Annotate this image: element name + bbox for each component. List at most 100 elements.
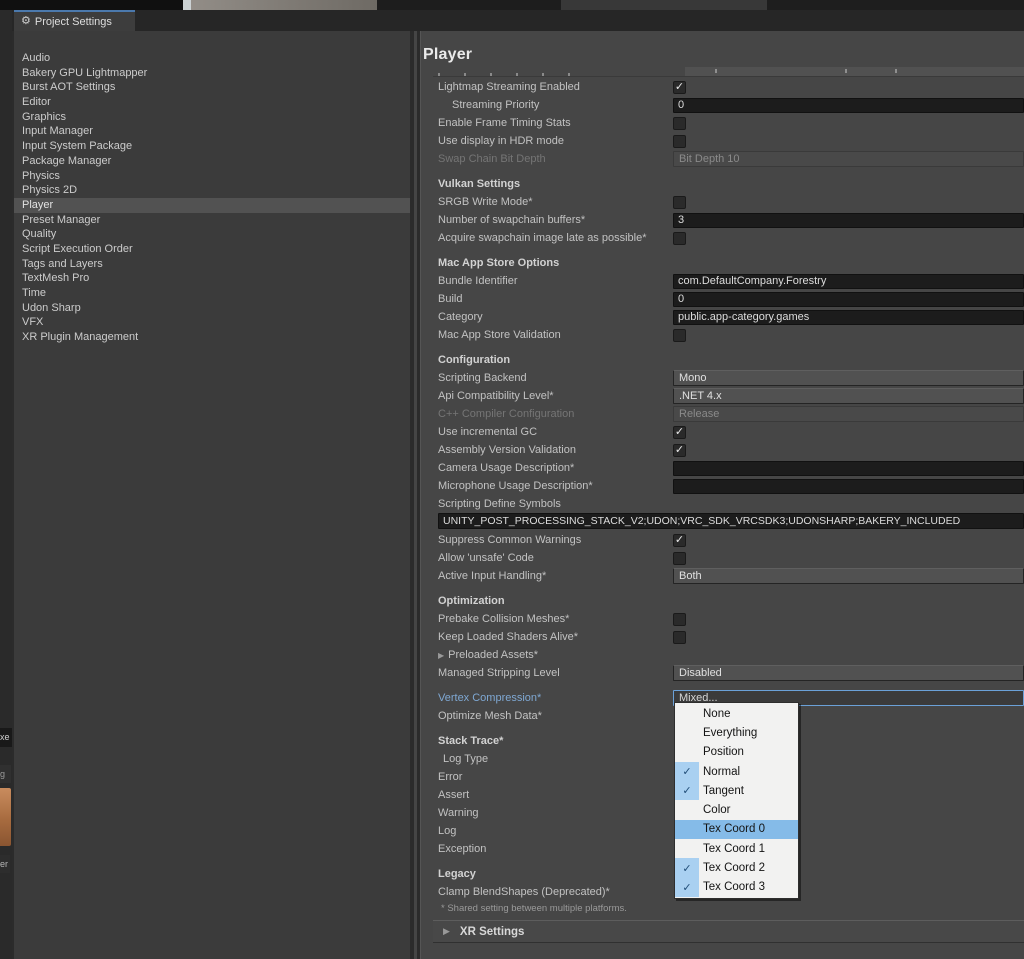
microphone-usage-description-input[interactable] [673,478,1024,494]
control-microphone-usage-description [673,478,1024,494]
bundle-identifier-input[interactable]: com.DefaultCompany.Forestry [673,273,1024,289]
label-number-of-swapchain-buffers: Number of swapchain buffers* [438,214,586,226]
settings-sidebar: Audio Bakery GPU Lightmapper Burst AOT Set… [14,31,410,959]
dropdown-option-tangent[interactable]: ✓ Tangent [675,781,798,801]
sidebar-item-editor[interactable]: Editor [14,95,410,110]
sidebar-item-xr-plugin-management[interactable]: XR Plugin Management [14,330,410,345]
tab-bar: ⚙ Project Settings [12,10,1024,31]
dropdown-option-none[interactable]: None [675,704,798,723]
label-scripting-backend: Scripting Backend [438,372,527,384]
control-camera-usage-description [673,460,1024,476]
background-segment [377,0,561,10]
sidebar-item-package-manager[interactable]: Package Manager [14,154,410,169]
sidebar-item-physics[interactable]: Physics [14,169,410,184]
sidebar-item-physics-2d[interactable]: Physics 2D [14,183,410,198]
row-api-compatibility-level: Api Compatibility Level* .NET 4.x [438,387,1024,405]
camera-usage-description-input[interactable] [673,460,1024,476]
sidebar-item-graphics[interactable]: Graphics [14,110,410,125]
dropdown-option-everything[interactable]: Everything [675,723,798,742]
category-input[interactable]: public.app-category.games [673,309,1024,325]
assembly-version-validation-checkbox[interactable]: ✓ [673,443,686,457]
control-swap-chain-bit-depth: Bit Depth 10 [673,151,1024,167]
keep-loaded-shaders-alive-checkbox[interactable] [673,630,686,644]
acquire-swapchain-image-late-as-possible-checkbox[interactable] [673,231,686,245]
dropdown-option-normal[interactable]: ✓ Normal [675,761,798,782]
check-icon: ✓ [675,858,699,878]
scripting-backend-dropdown[interactable]: Mono [673,370,1024,386]
sidebar-item-tags-and-layers[interactable]: Tags and Layers [14,257,410,272]
triangle-right-icon: ▶ [438,650,445,660]
label-build: Build [438,293,463,305]
row-configuration: Configuration [438,351,1024,369]
mac-app-store-validation-checkbox[interactable] [673,328,686,342]
label-microphone-usage-description: Microphone Usage Description* [438,480,593,492]
clipped-dropdown-sliver[interactable] [685,67,1024,76]
active-input-handling-dropdown[interactable]: Both [673,568,1024,584]
option-label-tex-coord-0: Tex Coord 0 [703,823,766,836]
srgb-write-mode-checkbox[interactable] [673,195,686,209]
check-gutter [675,704,699,723]
option-label-everything: Everything [703,726,758,739]
sidebar-item-audio[interactable]: Audio [14,51,410,66]
label-log-type: Log Type [443,753,489,765]
sidebar-item-player[interactable]: Player [14,197,410,213]
api-compatibility-level-dropdown[interactable]: .NET 4.x [673,388,1024,404]
triangle-right-icon: ▶ [443,926,450,936]
control-streaming-priority: 0 [673,97,1024,113]
option-label-position: Position [703,746,744,759]
sidebar-item-preset-manager[interactable]: Preset Manager [14,213,410,228]
dropdown-option-tex-coord-3[interactable]: ✓ Tex Coord 3 [675,877,798,897]
dropdown-option-tex-coord-0[interactable]: Tex Coord 0 [675,819,798,840]
control-use-incremental-gc: ✓ [673,425,1024,439]
sidebar-item-burst-aot-settings[interactable]: Burst AOT Settings [14,80,410,95]
allow-unsafe-code-checkbox[interactable] [673,551,686,565]
sidebar-item-script-execution-order[interactable]: Script Execution Order [14,242,410,257]
scripting-define-symbols-input[interactable]: UNITY_POST_PROCESSING_STACK_V2;UDON;VRC_… [438,513,1024,529]
use-incremental-gc-checkbox[interactable]: ✓ [673,425,686,439]
sidebar-scrollbar[interactable] [414,31,417,959]
sidebar-divider[interactable] [410,31,420,959]
number-of-swapchain-buffers-input[interactable]: 3 [673,212,1024,228]
row-mac-app-store-validation: Mac App Store Validation [438,326,1024,344]
sidebar-item-input-system-package[interactable]: Input System Package [14,139,410,154]
sidebar-item-time[interactable]: Time [14,286,410,301]
background-window-fragment: g m [0,765,11,783]
option-label-tex-coord-1: Tex Coord 1 [703,842,766,855]
label-c-compiler-configuration: C++ Compiler Configuration [438,408,575,420]
check-gutter [675,819,699,840]
use-display-in-hdr-mode-checkbox[interactable] [673,134,686,148]
sidebar-item-quality[interactable]: Quality [14,227,410,242]
dropdown-option-position[interactable]: Position [675,743,798,762]
label-scripting-define-symbols: Scripting Define Symbols [438,498,561,510]
foldout-preloaded-assets[interactable]: ▶ Preloaded Assets* [438,646,1024,664]
streaming-priority-input[interactable]: 0 [673,97,1024,113]
row-microphone-usage-description: Microphone Usage Description* [438,477,1024,495]
build-input[interactable]: 0 [673,291,1024,307]
sidebar-item-vfx[interactable]: VFX [14,315,410,330]
xr-settings-foldout[interactable]: ▶ XR Settings [433,920,1024,943]
sidebar-item-udon-sharp[interactable]: Udon Sharp [14,301,410,316]
sidebar-item-bakery-gpu-lightmapper[interactable]: Bakery GPU Lightmapper [14,66,410,81]
tab-project-settings[interactable]: ⚙ Project Settings [14,10,135,31]
row-acquire-swapchain-image-late-as-possible: Acquire swapchain image late as possible… [438,229,1024,247]
row-srgb-write-mode: SRGB Write Mode* [438,193,1024,211]
option-label-tex-coord-2: Tex Coord 2 [703,862,766,875]
suppress-common-warnings-checkbox[interactable]: ✓ [673,533,686,547]
enable-frame-timing-stats-checkbox[interactable] [673,116,686,130]
control-category: public.app-category.games [673,309,1024,325]
label-log: Log [438,825,457,837]
dropdown-option-color[interactable]: Color [675,800,798,819]
dropdown-option-tex-coord-2[interactable]: ✓ Tex Coord 2 [675,858,798,878]
row-active-input-handling: Active Input Handling* Both [438,567,1024,585]
control-number-of-swapchain-buffers: 3 [673,212,1024,228]
control-enable-frame-timing-stats [673,116,1024,130]
lightmap-streaming-enabled-checkbox[interactable]: ✓ [673,80,686,94]
managed-stripping-level-dropdown[interactable]: Disabled [673,665,1024,681]
sidebar-item-input-manager[interactable]: Input Manager [14,124,410,139]
row-c-compiler-configuration: C++ Compiler Configuration Release [438,405,1024,423]
dropdown-option-tex-coord-1[interactable]: Tex Coord 1 [675,839,798,858]
row-managed-stripping-level: Managed Stripping Level Disabled [438,664,1024,682]
control-suppress-common-warnings: ✓ [673,533,1024,547]
prebake-collision-meshes-checkbox[interactable] [673,612,686,626]
sidebar-item-textmesh-pro[interactable]: TextMesh Pro [14,271,410,286]
